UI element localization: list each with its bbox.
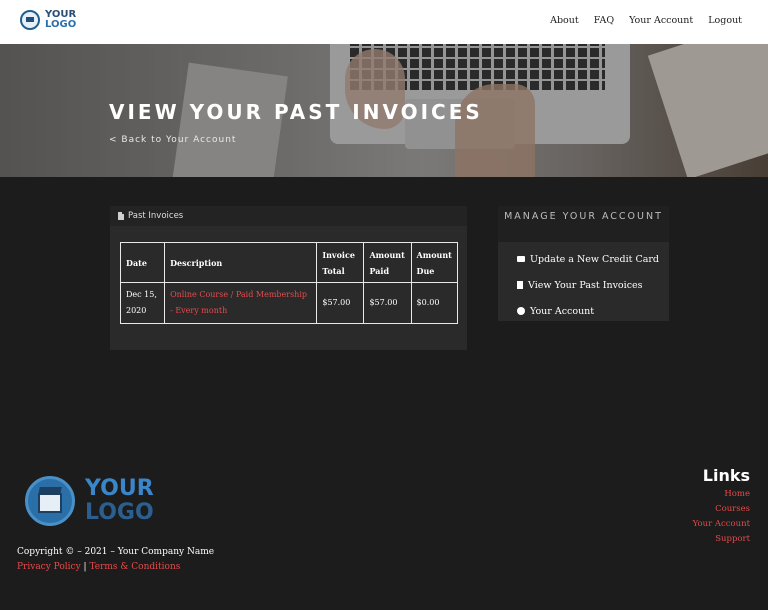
privacy-policy-link[interactable]: Privacy Policy [17, 562, 81, 572]
main-nav: About FAQ Your Account Logout [550, 15, 742, 26]
terms-conditions-link[interactable]: Terms & Conditions [89, 562, 180, 572]
column-header-amount-due: Amount Due [410, 242, 459, 283]
graduation-cap-icon [25, 476, 75, 526]
graduation-cap-icon [20, 10, 40, 30]
footer-links: Home Courses Your Account Support [693, 487, 750, 547]
footer-links-title: Links [702, 466, 750, 485]
footer-logo[interactable]: YOUR LOGO [25, 476, 154, 526]
column-header-invoice-total: Invoice Total [316, 242, 365, 283]
table-row: Dec 15, 2020 Online Course / Paid Member… [119, 282, 459, 324]
footer-link-support[interactable]: Support [693, 532, 750, 547]
menu-item-label: Update a New Credit Card [530, 253, 660, 265]
invoice-total: $57.00 [316, 282, 365, 324]
nav-faq-link[interactable]: FAQ [594, 15, 614, 26]
footer-link-courses[interactable]: Courses [693, 502, 750, 517]
manage-account-title: MANAGE YOUR ACCOUNT [498, 206, 669, 242]
invoice-amount-paid: $57.00 [363, 282, 412, 324]
credit-card-icon [517, 256, 525, 262]
column-header-date: Date [119, 242, 166, 283]
footer-link-your-account[interactable]: Your Account [693, 517, 750, 532]
column-header-description: Description [164, 242, 318, 283]
copyright-text: Copyright © – 2021 – Your Company Name [17, 547, 215, 557]
past-invoices-header: Past Invoices [110, 206, 467, 226]
back-to-account-link[interactable]: < Back to Your Account [109, 135, 236, 145]
past-invoices-title: Past Invoices [128, 211, 184, 221]
nav-your-account-link[interactable]: Your Account [629, 15, 693, 26]
logo-text-line2: LOGO [45, 19, 77, 30]
manage-account-box: MANAGE YOUR ACCOUNT Update a New Credit … [498, 206, 669, 321]
site-logo[interactable]: YOUR LOGO [20, 10, 76, 30]
invoice-description-link[interactable]: Online Course / Paid Membership - Every … [164, 282, 318, 324]
menu-item-view-past-invoices[interactable]: View Your Past Invoices [517, 272, 669, 298]
nav-about-link[interactable]: About [550, 15, 579, 26]
file-icon [118, 212, 124, 220]
column-header-amount-paid: Amount Paid [363, 242, 412, 283]
invoice-amount-due: $0.00 [410, 282, 459, 324]
invoice-date: Dec 15, 2020 [119, 282, 166, 324]
menu-item-your-account[interactable]: Your Account [517, 298, 669, 324]
file-icon [517, 281, 523, 289]
page-title: VIEW YOUR PAST INVOICES [109, 100, 483, 124]
nav-logout-link[interactable]: Logout [708, 15, 742, 26]
site-header: YOUR LOGO About FAQ Your Account Logout [0, 0, 768, 44]
menu-item-label: View Your Past Invoices [528, 279, 643, 291]
legal-links: Privacy Policy | Terms & Conditions [17, 562, 180, 572]
manage-account-menu: Update a New Credit Card View Your Past … [498, 242, 669, 324]
gear-icon [517, 307, 525, 315]
hero-banner: VIEW YOUR PAST INVOICES < Back to Your A… [0, 44, 768, 177]
table-header-row: Date Description Invoice Total Amount Pa… [119, 242, 459, 283]
menu-item-update-credit-card[interactable]: Update a New Credit Card [517, 246, 669, 272]
menu-item-label: Your Account [530, 305, 595, 317]
footer-logo-line2: LOGO [85, 500, 154, 525]
footer-logo-line1: YOUR [85, 476, 154, 501]
invoices-table: Date Description Invoice Total Amount Pa… [119, 242, 459, 324]
footer-link-home[interactable]: Home [693, 487, 750, 502]
legal-separator: | [83, 562, 87, 572]
past-invoices-panel: Past Invoices Date Description Invoice T… [110, 206, 467, 350]
